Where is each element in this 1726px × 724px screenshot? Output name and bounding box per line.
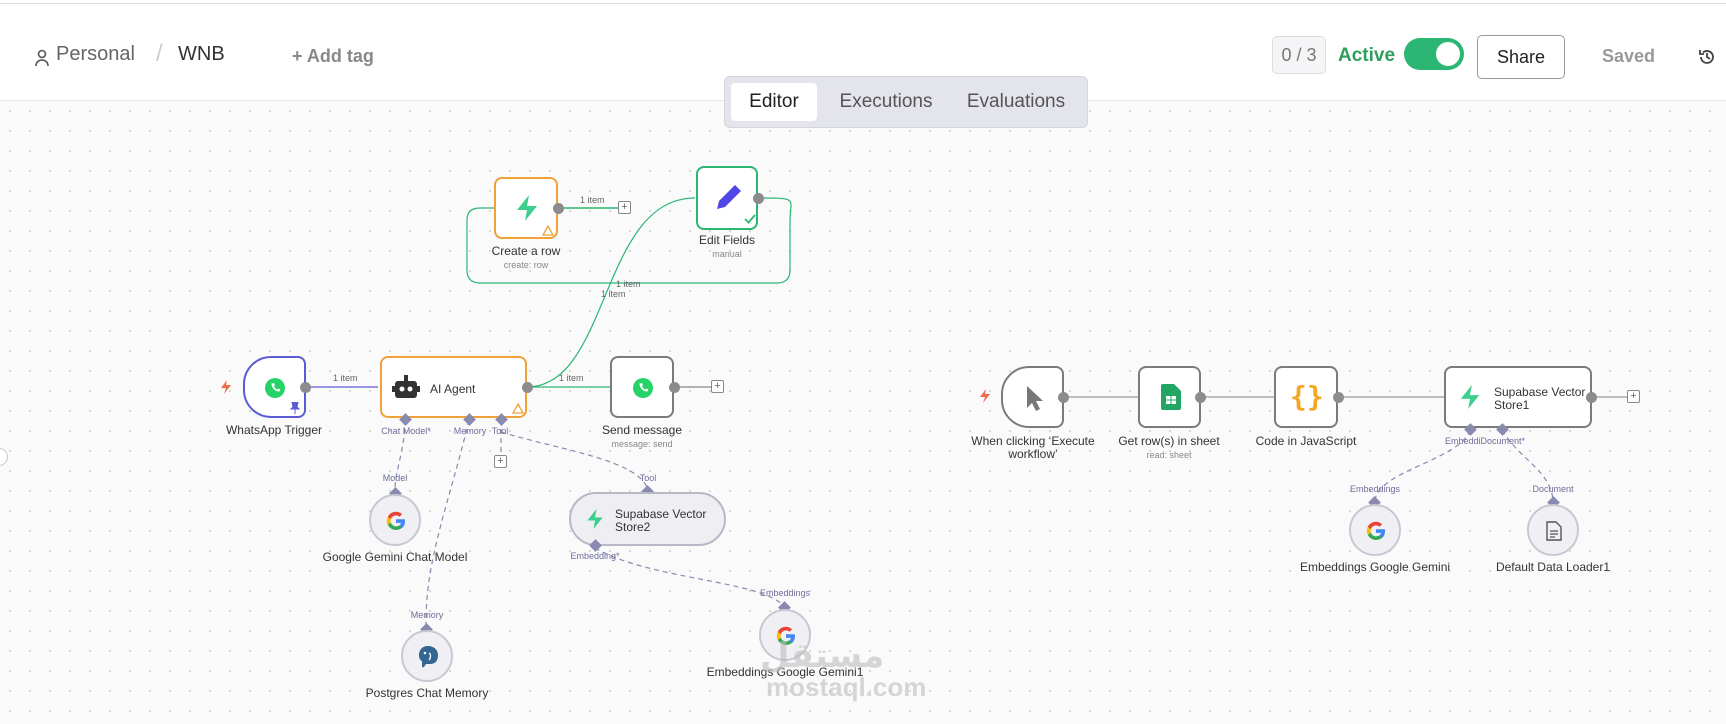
supabase-icon — [587, 509, 603, 529]
whatsapp-icon — [633, 378, 653, 398]
tab-evaluations[interactable]: Evaluations — [953, 83, 1079, 121]
active-toggle[interactable] — [1404, 38, 1464, 70]
google-icon — [1366, 521, 1386, 541]
port-label: Embeddings — [759, 588, 811, 598]
edge-label: 1 item — [601, 289, 626, 299]
node-title: Supabase Vector Store2 — [615, 507, 707, 534]
node-title: Postgres Chat Memory — [365, 686, 489, 700]
breadcrumb-separator: / — [156, 40, 163, 67]
lightning-icon — [221, 380, 231, 394]
add-node-button[interactable]: + — [618, 201, 631, 214]
node-subtitle: message: send — [611, 439, 673, 449]
output-port[interactable] — [669, 382, 680, 393]
tab-executions[interactable]: Executions — [827, 83, 945, 121]
node-title: Embeddings Google Gemini — [1299, 560, 1451, 574]
node-manual-trigger[interactable] — [1001, 366, 1064, 428]
port-label: Memory — [410, 610, 444, 620]
node-title: Code in JavaScript — [1255, 434, 1357, 448]
add-node-button[interactable]: + — [711, 380, 724, 393]
edge-label: 1 item — [559, 373, 584, 383]
tab-editor[interactable]: Editor — [731, 83, 817, 121]
output-port[interactable] — [1195, 392, 1206, 403]
node-gemini-chat-model[interactable] — [369, 494, 421, 546]
lightning-icon — [980, 389, 990, 403]
node-edit-fields[interactable] — [696, 166, 758, 230]
warning-icon — [512, 403, 524, 414]
node-title: Get row(s) in sheet — [1118, 434, 1220, 448]
port-label: EmbeddiDocument* — [1445, 436, 1526, 446]
saved-status: Saved — [1602, 46, 1656, 66]
node-code-javascript[interactable]: {} — [1274, 366, 1338, 428]
share-button[interactable]: Share — [1477, 35, 1565, 79]
node-title: AI Agent — [430, 382, 476, 396]
port-label: Embedding* — [570, 551, 620, 561]
view-tabs: Editor Executions Evaluations — [724, 76, 1088, 128]
output-port[interactable] — [522, 382, 533, 393]
port-label: Embeddings — [1349, 484, 1401, 494]
node-embeddings-gemini[interactable] — [1349, 504, 1401, 556]
whatsapp-icon — [265, 378, 285, 398]
add-node-button[interactable]: + — [1627, 390, 1640, 403]
person-icon — [35, 49, 49, 67]
node-title: Google Gemini Chat Model — [322, 550, 468, 564]
output-port[interactable] — [1586, 392, 1597, 403]
output-port[interactable] — [300, 382, 311, 393]
output-port[interactable] — [1058, 392, 1069, 403]
port-label: Tool — [491, 426, 509, 436]
supabase-icon — [517, 195, 537, 221]
port-label: Document — [1532, 484, 1574, 494]
add-tag-button[interactable]: + Add tag — [292, 46, 374, 67]
node-postgres-memory[interactable] — [401, 630, 453, 682]
node-supabase-vector-store2[interactable]: Supabase Vector Store2 — [569, 492, 726, 546]
output-port[interactable] — [553, 203, 564, 214]
edge-label: 1 item — [616, 279, 641, 289]
node-title: Supabase Vector Store1 — [1494, 385, 1586, 412]
document-icon — [1546, 521, 1562, 541]
robot-icon — [392, 375, 420, 398]
node-title: WhatsApp Trigger — [225, 423, 323, 437]
node-subtitle: create: row — [503, 260, 549, 270]
node-title: Send message — [601, 423, 683, 437]
output-port[interactable] — [753, 193, 764, 204]
cursor-icon — [1027, 386, 1043, 411]
add-tool-button[interactable]: + — [494, 455, 507, 468]
node-get-rows-sheet[interactable] — [1138, 366, 1201, 428]
edge-label: 1 item — [580, 195, 605, 205]
pin-icon — [290, 402, 300, 414]
check-icon — [744, 214, 756, 224]
port-label: Tool — [639, 473, 657, 483]
node-ai-agent[interactable]: AI Agent — [380, 356, 527, 418]
google-icon — [386, 511, 406, 531]
watermark-latin: mostaql.com — [766, 672, 927, 702]
pencil-icon — [717, 185, 741, 209]
node-default-data-loader[interactable] — [1527, 504, 1579, 556]
node-supabase-vector-store1[interactable]: Supabase Vector Store1 — [1444, 366, 1592, 428]
history-icon[interactable] — [1697, 47, 1717, 67]
output-port[interactable] — [1333, 392, 1344, 403]
workflow-name[interactable]: WNB — [178, 43, 225, 66]
node-title: Default Data Loader1 — [1495, 560, 1611, 574]
google-sheets-icon — [1161, 384, 1181, 410]
postgres-elephant-icon — [419, 646, 438, 668]
node-subtitle: read: sheet — [1146, 450, 1192, 460]
window-top-border — [0, 0, 1726, 4]
node-subtitle: manual — [712, 249, 742, 259]
breadcrumb-personal[interactable]: Personal — [56, 43, 135, 66]
port-label: Model — [382, 473, 408, 483]
node-title: Edit Fields — [698, 233, 756, 247]
watermark-arabic: مستقل — [760, 637, 885, 675]
node-whatsapp-trigger[interactable] — [243, 356, 306, 418]
active-label: Active — [1338, 45, 1396, 66]
node-create-row[interactable] — [494, 177, 558, 239]
warning-icon — [542, 225, 554, 236]
curly-braces-icon: {} — [1290, 380, 1324, 413]
edge-label: 1 item — [333, 373, 358, 383]
evaluation-counter-badge: 0 / 3 — [1272, 36, 1326, 74]
node-send-message[interactable] — [610, 356, 674, 418]
node-title: Create a row — [491, 244, 561, 258]
supabase-icon — [1460, 385, 1480, 409]
